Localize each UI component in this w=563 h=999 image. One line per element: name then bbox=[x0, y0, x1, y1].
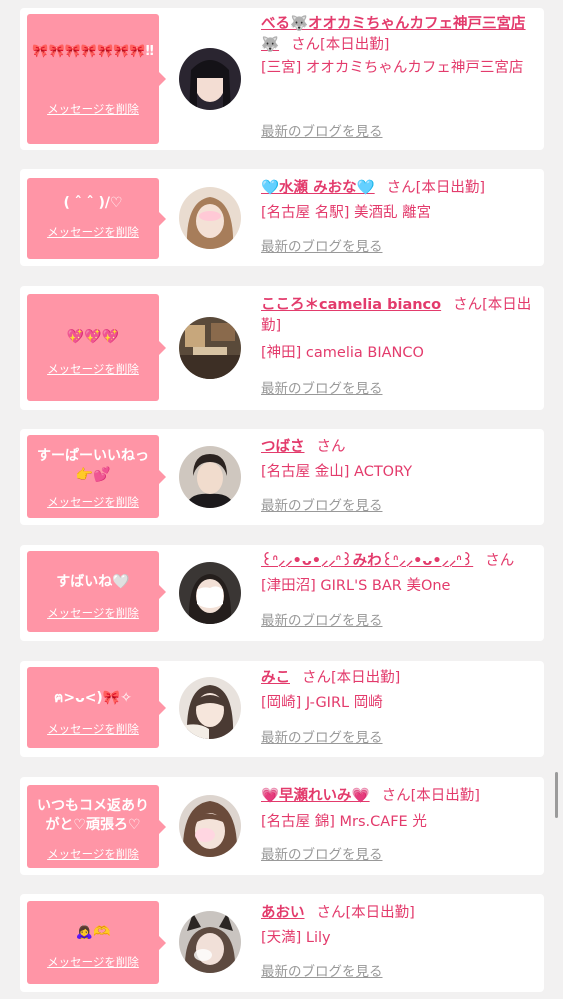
cast-name-link[interactable]: みこ bbox=[261, 670, 290, 686]
message-text: すーぱーいいねっ👉💕 bbox=[37, 448, 149, 483]
cast-name-link[interactable]: つばさ bbox=[261, 439, 305, 455]
message-bubble: ฅ>ᴗ<)🎀✧ メッセージを削除 bbox=[27, 667, 166, 748]
cast-name-line: 🩵水瀬 みおな🩵 さん[本日出勤] bbox=[261, 178, 540, 199]
shop-info: [三宮] オオカミちゃんカフェ神戸三宮店 bbox=[261, 60, 524, 76]
cast-info: ꒰ᐢ⸝⸝•ᴗ•⸝⸝ᐢ꒱みわ꒰ᐢ⸝⸝•ᴗ•⸝⸝ᐢ꒱ さん [津田沼] GIRL'S … bbox=[261, 551, 540, 597]
delete-message-link[interactable]: メッセージを削除 bbox=[27, 224, 159, 240]
message-text: すばいね🤍 bbox=[56, 574, 130, 590]
blog-link[interactable]: 最新のブログを見る bbox=[261, 962, 540, 983]
message-bubble: 🙇‍♀️🫶 メッセージを削除 bbox=[27, 901, 166, 984]
message-card: 🙇‍♀️🫶 メッセージを削除 あおい さん[本日出勤] [天満] Lily 最新の… bbox=[20, 894, 544, 992]
delete-message-link[interactable]: メッセージを削除 bbox=[27, 101, 159, 117]
message-text: 💖💖💖 bbox=[66, 329, 120, 345]
message-bubble: ( ˆ ˆ )/♡ メッセージを削除 bbox=[27, 178, 166, 259]
blog-link[interactable]: 最新のブログを見る bbox=[261, 728, 540, 749]
blog-link[interactable]: 最新のブログを見る bbox=[261, 237, 540, 258]
message-card: すばいね🤍 メッセージを削除 ꒰ᐢ⸝⸝•ᴗ•⸝⸝ᐢ꒱みわ꒰ᐢ⸝⸝•ᴗ•⸝⸝ᐢ꒱ さ… bbox=[20, 545, 544, 641]
avatar[interactable] bbox=[179, 795, 241, 857]
message-text: 🎀🎀🎀🎀🎀🎀🎀‼︎ bbox=[32, 44, 154, 59]
message-card: いつもコメ返ありがと♡頑張ろ♡ メッセージを削除 💗早瀬れいみ💗 さん[本日出勤]… bbox=[20, 777, 544, 875]
cast-name-line: ꒰ᐢ⸝⸝•ᴗ•⸝⸝ᐢ꒱みわ꒰ᐢ⸝⸝•ᴗ•⸝⸝ᐢ꒱ さん bbox=[261, 551, 540, 572]
cast-name-line: べる🐺オオカミちゃんカフェ神戸三宮店🐺 さん[本日出勤] bbox=[261, 14, 540, 56]
cast-name-line: つばさ さん bbox=[261, 437, 540, 458]
cast-status: さん[本日出勤] bbox=[291, 37, 390, 53]
shop-info: [天満] Lily bbox=[261, 930, 331, 946]
blog-link[interactable]: 最新のブログを見る bbox=[261, 122, 540, 143]
cast-status: さん[本日出勤] bbox=[302, 670, 401, 686]
blog-link[interactable]: 最新のブログを見る bbox=[261, 496, 540, 517]
scrollbar[interactable] bbox=[555, 772, 558, 818]
shop-info: [岡崎] J-GIRL 岡崎 bbox=[261, 695, 383, 711]
message-bubble: 💖💖💖 メッセージを削除 bbox=[27, 294, 166, 401]
avatar[interactable] bbox=[179, 911, 241, 973]
cast-name-line: あおい さん[本日出勤] bbox=[261, 903, 540, 924]
cast-info: つばさ さん [名古屋 金山] ACTORY bbox=[261, 437, 540, 483]
cast-info: 🩵水瀬 みおな🩵 さん[本日出勤] [名古屋 名駅] 美酒乱 離宮 bbox=[261, 178, 540, 224]
cast-name-link[interactable]: ꒰ᐢ⸝⸝•ᴗ•⸝⸝ᐢ꒱みわ꒰ᐢ⸝⸝•ᴗ•⸝⸝ᐢ꒱ bbox=[261, 553, 473, 569]
cast-status: さん[本日出勤] bbox=[381, 788, 480, 804]
message-text: 🙇‍♀️🫶 bbox=[75, 924, 111, 940]
cast-name-link[interactable]: 💗早瀬れいみ💗 bbox=[261, 788, 370, 804]
cast-status: さん bbox=[316, 439, 346, 455]
cast-info: 💗早瀬れいみ💗 さん[本日出勤] [名古屋 錦] Mrs.CAFE 光 bbox=[261, 786, 540, 833]
message-card: ฅ>ᴗ<)🎀✧ メッセージを削除 みこ さん[本日出勤] [岡崎] J-GIRL … bbox=[20, 661, 544, 757]
shop-info: [津田沼] GIRL'S BAR 美One bbox=[261, 578, 451, 594]
message-bubble: すばいね🤍 メッセージを削除 bbox=[27, 551, 166, 632]
cast-name-line: こころ＊camelia bianco さん[本日出勤] bbox=[261, 295, 540, 337]
cast-name-line: 💗早瀬れいみ💗 さん[本日出勤] bbox=[261, 786, 540, 807]
message-card: ( ˆ ˆ )/♡ メッセージを削除 🩵水瀬 みおな🩵 さん[本日出勤] [名古屋… bbox=[20, 169, 544, 266]
delete-message-link[interactable]: メッセージを削除 bbox=[27, 361, 159, 377]
avatar[interactable] bbox=[179, 187, 241, 249]
cast-info: みこ さん[本日出勤] [岡崎] J-GIRL 岡崎 bbox=[261, 668, 540, 714]
avatar[interactable] bbox=[179, 446, 241, 508]
message-card: 💖💖💖 メッセージを削除 こころ＊camelia bianco さん[本日出勤] … bbox=[20, 286, 544, 410]
cast-info: こころ＊camelia bianco さん[本日出勤] [神田] camelia … bbox=[261, 295, 540, 364]
blog-link[interactable]: 最新のブログを見る bbox=[261, 379, 540, 400]
message-text: ( ˆ ˆ )/♡ bbox=[63, 195, 123, 211]
blog-link[interactable]: 最新のブログを見る bbox=[261, 845, 540, 866]
message-bubble: いつもコメ返ありがと♡頑張ろ♡ メッセージを削除 bbox=[27, 785, 166, 868]
shop-info: [名古屋 金山] ACTORY bbox=[261, 464, 413, 480]
avatar[interactable] bbox=[179, 677, 241, 739]
avatar[interactable] bbox=[179, 48, 241, 110]
delete-message-link[interactable]: メッセージを削除 bbox=[27, 494, 159, 510]
message-card: 🎀🎀🎀🎀🎀🎀🎀‼︎ メッセージを削除 べる🐺オオカミちゃんカフェ神戸三宮店🐺 さん… bbox=[20, 8, 544, 150]
cast-info: あおい さん[本日出勤] [天満] Lily bbox=[261, 903, 540, 949]
shop-info: [名古屋 錦] Mrs.CAFE 光 bbox=[261, 814, 427, 830]
avatar[interactable] bbox=[179, 317, 241, 379]
message-text: ฅ>ᴗ<)🎀✧ bbox=[53, 690, 132, 706]
cast-status: さん[本日出勤] bbox=[316, 905, 415, 921]
cast-name-link[interactable]: あおい bbox=[261, 905, 305, 921]
blog-link[interactable]: 最新のブログを見る bbox=[261, 611, 540, 632]
message-card: すーぱーいいねっ👉💕 メッセージを削除 つばさ さん [名古屋 金山] ACTOR… bbox=[20, 429, 544, 525]
message-text: いつもコメ返ありがと♡頑張ろ♡ bbox=[37, 798, 149, 833]
cast-info: べる🐺オオカミちゃんカフェ神戸三宮店🐺 さん[本日出勤] [三宮] オオカミちゃん… bbox=[261, 14, 540, 79]
cast-status: さん bbox=[485, 553, 515, 569]
avatar[interactable] bbox=[179, 562, 241, 624]
cast-name-line: みこ さん[本日出勤] bbox=[261, 668, 540, 689]
delete-message-link[interactable]: メッセージを削除 bbox=[27, 846, 159, 862]
delete-message-link[interactable]: メッセージを削除 bbox=[27, 721, 159, 737]
shop-info: [名古屋 名駅] 美酒乱 離宮 bbox=[261, 205, 432, 221]
message-bubble: すーぱーいいねっ👉💕 メッセージを削除 bbox=[27, 435, 166, 518]
message-bubble: 🎀🎀🎀🎀🎀🎀🎀‼︎ メッセージを削除 bbox=[27, 14, 166, 144]
cast-name-link[interactable]: 🩵水瀬 みおな🩵 bbox=[261, 180, 375, 196]
delete-message-link[interactable]: メッセージを削除 bbox=[27, 954, 159, 970]
delete-message-link[interactable]: メッセージを削除 bbox=[27, 605, 159, 621]
cast-status: さん[本日出勤] bbox=[386, 180, 485, 196]
cast-name-link[interactable]: こころ＊camelia bianco bbox=[261, 297, 441, 313]
shop-info: [神田] camelia BIANCO bbox=[261, 345, 424, 361]
